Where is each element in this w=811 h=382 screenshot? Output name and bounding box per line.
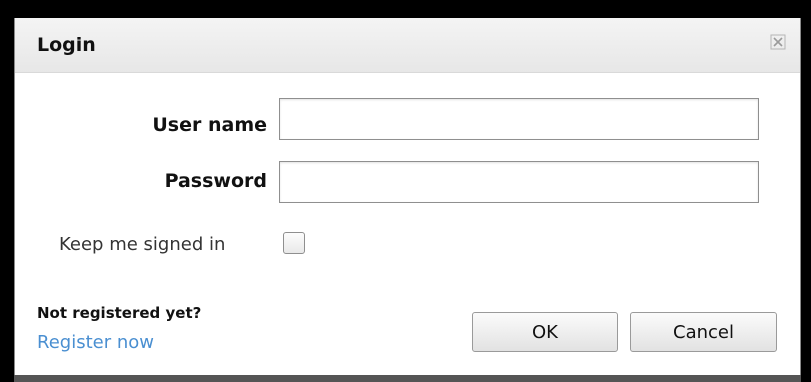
register-now-link[interactable]: Register now [37, 332, 154, 353]
username-input[interactable] [279, 98, 759, 140]
password-input[interactable] [279, 161, 759, 203]
ok-button[interactable]: OK [472, 312, 618, 352]
keep-signed-in-label: Keep me signed in [59, 234, 226, 255]
close-icon[interactable] [768, 32, 788, 52]
not-registered-text: Not registered yet? [37, 304, 202, 322]
dialog-bottom-edge [14, 375, 801, 382]
keep-signed-in-checkbox[interactable] [283, 232, 305, 254]
dialog-titlebar: Login [15, 18, 800, 73]
cancel-button[interactable]: Cancel [630, 312, 777, 352]
password-label: Password [164, 170, 267, 192]
login-dialog: Login User name Password Keep me signed … [14, 18, 801, 375]
dialog-title: Login [37, 34, 96, 56]
username-label: User name [152, 114, 267, 136]
